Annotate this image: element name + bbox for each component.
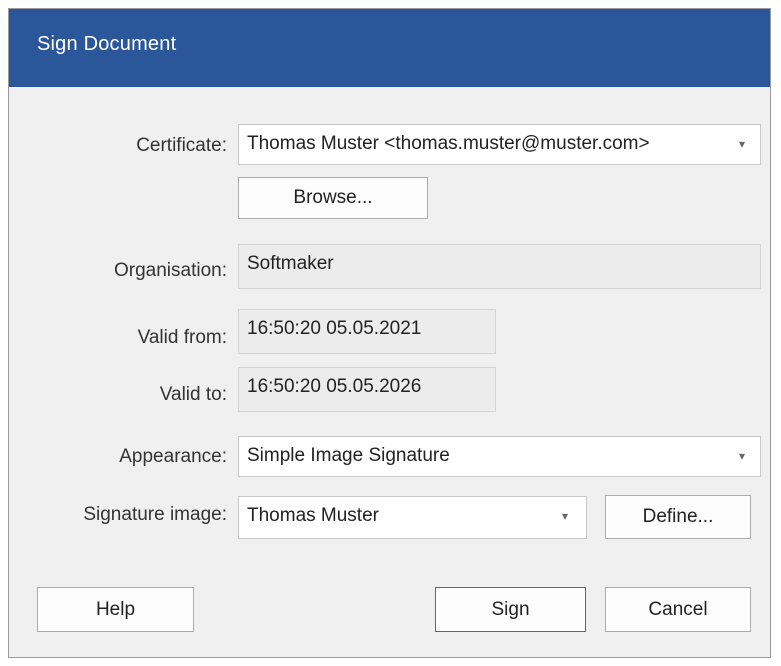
certificate-value: Thomas Muster <thomas.muster@muster.com>	[247, 133, 650, 154]
browse-button[interactable]: Browse...	[238, 177, 428, 219]
signature-image-select[interactable]: Thomas Muster ▾	[238, 496, 587, 539]
organisation-label: Organisation:	[113, 260, 227, 281]
appearance-value: Simple Image Signature	[247, 445, 450, 466]
sign-document-dialog: Sign Document Certificate: Thomas Muster…	[8, 8, 771, 658]
valid-from-value: 16:50:20 05.05.2021	[247, 318, 422, 339]
chevron-down-icon: ▾	[738, 137, 746, 151]
valid-from-label: Valid from:	[137, 327, 227, 348]
organisation-value: Softmaker	[247, 253, 334, 274]
organisation-field: Softmaker	[238, 244, 761, 289]
define-button[interactable]: Define...	[605, 495, 751, 539]
valid-to-field: 16:50:20 05.05.2026	[238, 367, 496, 412]
dialog-title: Sign Document	[37, 33, 177, 55]
cancel-button[interactable]: Cancel	[605, 587, 751, 632]
sign-button[interactable]: Sign	[435, 587, 586, 632]
valid-from-field: 16:50:20 05.05.2021	[238, 309, 496, 354]
appearance-label: Appearance:	[119, 446, 227, 467]
certificate-select[interactable]: Thomas Muster <thomas.muster@muster.com>…	[238, 124, 761, 165]
chevron-down-icon: ▾	[561, 509, 569, 523]
signature-image-label: Signature image:	[83, 504, 227, 525]
title-bar: Sign Document	[9, 9, 770, 87]
signature-image-value: Thomas Muster	[247, 505, 379, 526]
help-button[interactable]: Help	[37, 587, 194, 632]
chevron-down-icon: ▾	[738, 449, 746, 463]
valid-to-label: Valid to:	[159, 384, 227, 405]
appearance-select[interactable]: Simple Image Signature ▾	[238, 436, 761, 477]
valid-to-value: 16:50:20 05.05.2026	[247, 376, 422, 397]
certificate-label: Certificate:	[136, 135, 227, 156]
